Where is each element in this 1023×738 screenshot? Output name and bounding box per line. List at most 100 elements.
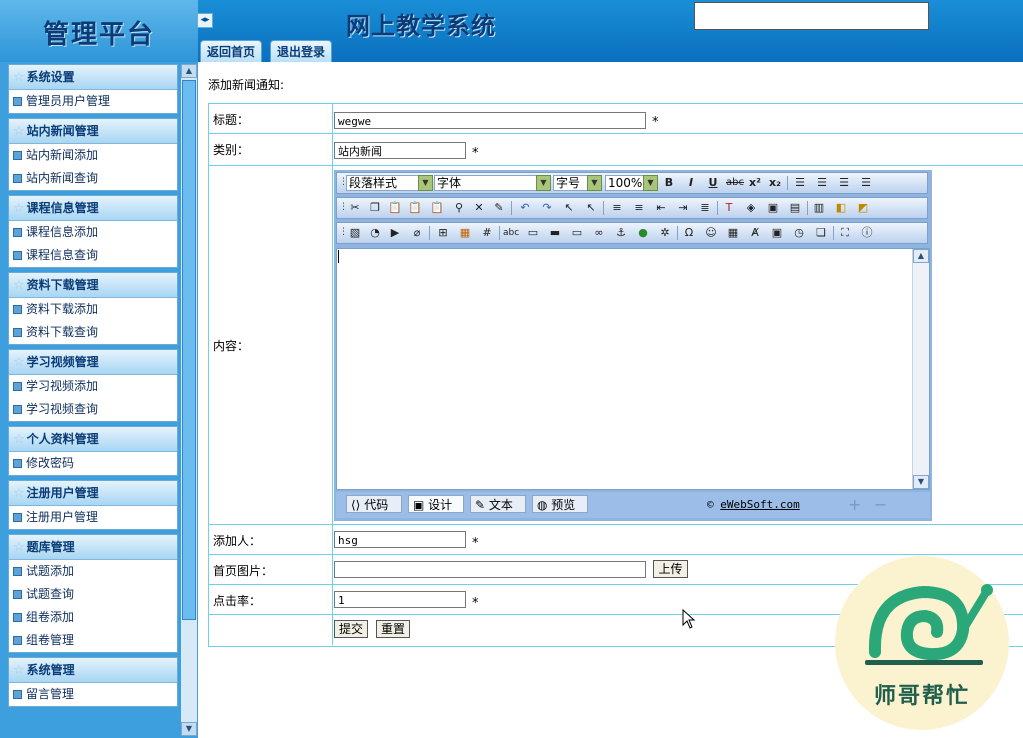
category-input[interactable]: 站内新闻 [334, 142, 466, 159]
find-icon[interactable]: ⚲ [451, 200, 467, 216]
sidebar-item-course-add[interactable]: 课程信息添加 [9, 221, 177, 244]
layer-icon[interactable]: ◧ [833, 200, 849, 216]
special-char-icon[interactable]: Ω [681, 225, 697, 241]
date-icon[interactable]: ▣ [769, 225, 785, 241]
text-box-icon[interactable]: ▣ [765, 200, 781, 216]
select-all-icon[interactable]: ↖ [583, 200, 599, 216]
select-pointer-icon[interactable]: ↖ [561, 200, 577, 216]
scroll-down-icon[interactable]: ▼ [913, 475, 929, 489]
sidebar-item-news-query[interactable]: 站内新闻查询 [9, 167, 177, 190]
ordered-list-icon[interactable]: ≡ [609, 200, 625, 216]
mode-tab-preview[interactable]: ◍ 预览 [532, 495, 588, 513]
zoom-in-icon[interactable]: + [848, 495, 861, 514]
font-size-select[interactable]: 字号 ▼ [553, 175, 602, 191]
section-header[interactable]: ☆ 注册用户管理 [9, 481, 177, 506]
copyright-link[interactable]: eWebSoft.com [720, 498, 799, 511]
page-properties-icon[interactable]: ▥ [811, 200, 827, 216]
sidebar-item-registered-users[interactable]: 注册用户管理 [9, 506, 177, 529]
time-icon[interactable]: ◷ [791, 225, 807, 241]
fullscreen-icon[interactable]: ⛶ [837, 225, 853, 241]
align-center-icon[interactable]: ☰ [814, 175, 830, 191]
insert-table-icon[interactable]: ⊞ [435, 225, 451, 241]
align-justify-icon[interactable]: ☰ [858, 175, 874, 191]
map-icon[interactable]: ● [635, 225, 651, 241]
superscript-icon[interactable]: x² [747, 175, 763, 191]
sidebar-item-exam-manage[interactable]: 组卷管理 [9, 629, 177, 652]
collapse-sidebar-button[interactable]: ◂▸ [197, 13, 213, 28]
subscript-icon[interactable]: x₂ [767, 175, 783, 191]
table-props-icon[interactable]: ▦ [457, 225, 473, 241]
about-icon[interactable]: ⓘ [859, 225, 875, 241]
mode-tab-code[interactable]: ⟨⟩ 代码 [346, 495, 402, 513]
scrollbar-thumb[interactable] [182, 80, 196, 620]
formula-icon[interactable]: Ⱥ [747, 225, 763, 241]
tab-home[interactable]: 返回首页 [200, 40, 263, 63]
scroll-up-icon[interactable]: ▲ [181, 64, 197, 78]
marquee-icon[interactable]: ▭ [569, 225, 585, 241]
align-left-icon[interactable]: ☰ [792, 175, 808, 191]
sidebar-item-change-password[interactable]: 修改密码 [9, 452, 177, 475]
sidebar-item-messages[interactable]: 留言管理 [9, 683, 177, 706]
form-field-icon[interactable]: abc [503, 225, 519, 241]
redo-icon[interactable]: ↷ [539, 200, 555, 216]
sidebar-item-news-add[interactable]: 站内新闻添加 [9, 144, 177, 167]
paste-icon[interactable]: 📋 [387, 200, 403, 216]
quote-icon[interactable]: ❏ [813, 225, 829, 241]
font-color-icon[interactable]: T [721, 200, 737, 216]
reset-button[interactable]: 重置 [376, 620, 410, 638]
strikethrough-icon[interactable]: abc [725, 175, 745, 191]
image-path-input[interactable] [334, 561, 646, 578]
bold-icon[interactable]: B [661, 175, 677, 191]
indent-icon[interactable]: ⇥ [675, 200, 691, 216]
paste-text-icon[interactable]: 📋 [407, 200, 423, 216]
italic-icon[interactable]: I [683, 175, 699, 191]
section-header[interactable]: ☆ 系统设置 [9, 65, 177, 90]
paragraph-icon[interactable]: ≣ [697, 200, 713, 216]
unordered-list-icon[interactable]: ≡ [631, 200, 647, 216]
section-header[interactable]: ☆ 系统管理 [9, 658, 177, 683]
background-color-icon[interactable]: ◈ [743, 200, 759, 216]
attachment-icon[interactable]: ⌀ [409, 225, 425, 241]
mode-tab-design[interactable]: ▣ 设计 [408, 495, 464, 513]
insert-image-icon[interactable]: ▧ [347, 225, 363, 241]
clicks-input[interactable]: 1 [334, 591, 466, 608]
grid-icon[interactable]: # [479, 225, 495, 241]
scroll-down-icon[interactable]: ▼ [181, 722, 197, 736]
outdent-icon[interactable]: ⇤ [653, 200, 669, 216]
zoom-select[interactable]: 100% ▼ [605, 175, 658, 191]
section-header[interactable]: ☆ 站内新闻管理 [9, 119, 177, 144]
submit-button[interactable]: 提交 [334, 620, 368, 638]
sidebar-item-video-query[interactable]: 学习视频查询 [9, 398, 177, 421]
title-input[interactable]: wegwe [334, 112, 646, 129]
anchor-icon[interactable]: ⚓ [613, 225, 629, 241]
sidebar-scrollbar[interactable]: ▲ ▼ [181, 64, 197, 736]
horizontal-rule-icon[interactable]: ▬ [547, 225, 563, 241]
section-header[interactable]: ☆ 课程信息管理 [9, 196, 177, 221]
underline-icon[interactable]: U [705, 175, 721, 191]
emoticon-icon[interactable]: ☺ [703, 225, 719, 241]
undo-icon[interactable]: ↶ [517, 200, 533, 216]
form-area-icon[interactable]: ▭ [525, 225, 541, 241]
sidebar-item-admin-users[interactable]: 管理员用户管理 [9, 90, 177, 113]
section-header[interactable]: ☆ 学习视频管理 [9, 350, 177, 375]
excel-icon[interactable]: ▦ [725, 225, 741, 241]
section-header[interactable]: ☆ 个人资料管理 [9, 427, 177, 452]
tab-logout[interactable]: 退出登录 [270, 40, 333, 63]
format-brush-icon[interactable]: ✎ [491, 200, 507, 216]
sidebar-item-question-add[interactable]: 试题添加 [9, 560, 177, 583]
sidebar-item-course-query[interactable]: 课程信息查询 [9, 244, 177, 267]
mode-tab-text[interactable]: ✎ 文本 [470, 495, 526, 513]
copy-icon[interactable]: ❐ [367, 200, 383, 216]
unlink-icon[interactable]: ✲ [657, 225, 673, 241]
align-right-icon[interactable]: ☰ [836, 175, 852, 191]
font-select[interactable]: 字体 ▼ [434, 175, 551, 191]
delete-icon[interactable]: ✕ [471, 200, 487, 216]
insert-flash-icon[interactable]: ◔ [367, 225, 383, 241]
block-icon[interactable]: ▤ [787, 200, 803, 216]
editor-text-area[interactable] [336, 248, 930, 490]
upload-button[interactable]: 上传 [653, 560, 688, 578]
insert-media-icon[interactable]: ▶ [387, 225, 403, 241]
section-header[interactable]: ☆ 题库管理 [9, 535, 177, 560]
author-input[interactable]: hsg [334, 531, 466, 548]
cut-icon[interactable]: ✂ [347, 200, 363, 216]
